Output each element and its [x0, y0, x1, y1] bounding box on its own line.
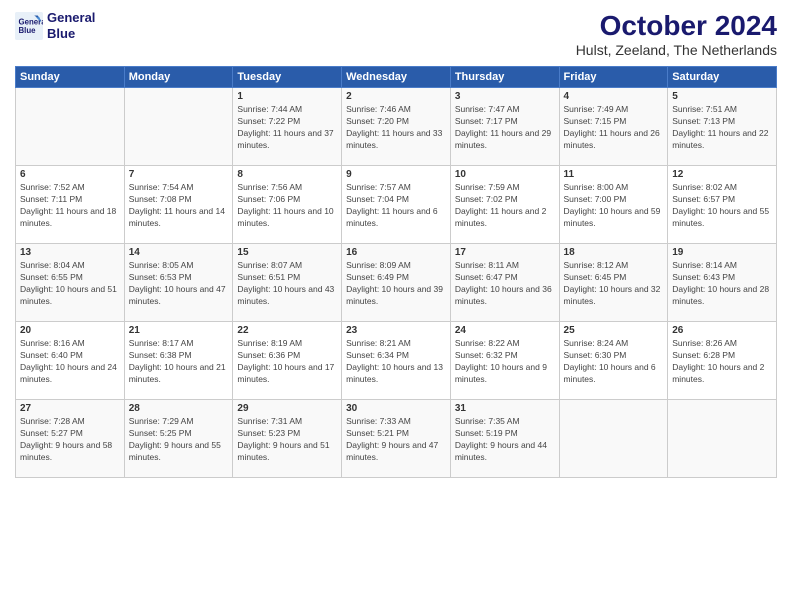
calendar-cell: 1Sunrise: 7:44 AMSunset: 7:22 PMDaylight…	[233, 88, 342, 166]
calendar-week-4: 20Sunrise: 8:16 AMSunset: 6:40 PMDayligh…	[16, 322, 777, 400]
calendar-cell: 29Sunrise: 7:31 AMSunset: 5:23 PMDayligh…	[233, 400, 342, 478]
logo-icon: General Blue	[15, 12, 43, 40]
logo-line1: General	[47, 10, 95, 26]
svg-text:Blue: Blue	[19, 26, 37, 35]
calendar-cell: 3Sunrise: 7:47 AMSunset: 7:17 PMDaylight…	[450, 88, 559, 166]
calendar-cell: 25Sunrise: 8:24 AMSunset: 6:30 PMDayligh…	[559, 322, 668, 400]
calendar-cell	[668, 400, 777, 478]
calendar-week-1: 1Sunrise: 7:44 AMSunset: 7:22 PMDaylight…	[16, 88, 777, 166]
calendar-cell: 18Sunrise: 8:12 AMSunset: 6:45 PMDayligh…	[559, 244, 668, 322]
calendar-page: General Blue General Blue October 2024 H…	[0, 0, 792, 612]
col-thursday: Thursday	[450, 67, 559, 88]
calendar-cell: 11Sunrise: 8:00 AMSunset: 7:00 PMDayligh…	[559, 166, 668, 244]
calendar-cell: 7Sunrise: 7:54 AMSunset: 7:08 PMDaylight…	[124, 166, 233, 244]
calendar-cell: 5Sunrise: 7:51 AMSunset: 7:13 PMDaylight…	[668, 88, 777, 166]
month-title: October 2024	[576, 10, 777, 42]
calendar-week-5: 27Sunrise: 7:28 AMSunset: 5:27 PMDayligh…	[16, 400, 777, 478]
location: Hulst, Zeeland, The Netherlands	[576, 42, 777, 58]
col-sunday: Sunday	[16, 67, 125, 88]
calendar-week-3: 13Sunrise: 8:04 AMSunset: 6:55 PMDayligh…	[16, 244, 777, 322]
col-monday: Monday	[124, 67, 233, 88]
title-block: October 2024 Hulst, Zeeland, The Netherl…	[576, 10, 777, 58]
calendar-cell: 4Sunrise: 7:49 AMSunset: 7:15 PMDaylight…	[559, 88, 668, 166]
calendar-cell: 22Sunrise: 8:19 AMSunset: 6:36 PMDayligh…	[233, 322, 342, 400]
calendar-cell: 24Sunrise: 8:22 AMSunset: 6:32 PMDayligh…	[450, 322, 559, 400]
calendar-cell: 8Sunrise: 7:56 AMSunset: 7:06 PMDaylight…	[233, 166, 342, 244]
calendar-cell: 15Sunrise: 8:07 AMSunset: 6:51 PMDayligh…	[233, 244, 342, 322]
calendar-cell: 26Sunrise: 8:26 AMSunset: 6:28 PMDayligh…	[668, 322, 777, 400]
calendar-cell: 10Sunrise: 7:59 AMSunset: 7:02 PMDayligh…	[450, 166, 559, 244]
col-wednesday: Wednesday	[342, 67, 451, 88]
calendar-cell: 13Sunrise: 8:04 AMSunset: 6:55 PMDayligh…	[16, 244, 125, 322]
calendar-cell: 17Sunrise: 8:11 AMSunset: 6:47 PMDayligh…	[450, 244, 559, 322]
calendar-cell: 31Sunrise: 7:35 AMSunset: 5:19 PMDayligh…	[450, 400, 559, 478]
logo: General Blue General Blue	[15, 10, 95, 41]
logo-line2: Blue	[47, 26, 95, 42]
calendar-cell: 30Sunrise: 7:33 AMSunset: 5:21 PMDayligh…	[342, 400, 451, 478]
calendar-cell: 19Sunrise: 8:14 AMSunset: 6:43 PMDayligh…	[668, 244, 777, 322]
calendar-cell: 20Sunrise: 8:16 AMSunset: 6:40 PMDayligh…	[16, 322, 125, 400]
calendar-week-2: 6Sunrise: 7:52 AMSunset: 7:11 PMDaylight…	[16, 166, 777, 244]
col-friday: Friday	[559, 67, 668, 88]
calendar-cell: 2Sunrise: 7:46 AMSunset: 7:20 PMDaylight…	[342, 88, 451, 166]
calendar-cell: 27Sunrise: 7:28 AMSunset: 5:27 PMDayligh…	[16, 400, 125, 478]
calendar-cell: 21Sunrise: 8:17 AMSunset: 6:38 PMDayligh…	[124, 322, 233, 400]
calendar-cell: 6Sunrise: 7:52 AMSunset: 7:11 PMDaylight…	[16, 166, 125, 244]
col-tuesday: Tuesday	[233, 67, 342, 88]
calendar-cell: 23Sunrise: 8:21 AMSunset: 6:34 PMDayligh…	[342, 322, 451, 400]
calendar-table: Sunday Monday Tuesday Wednesday Thursday…	[15, 66, 777, 478]
calendar-cell	[124, 88, 233, 166]
calendar-cell	[16, 88, 125, 166]
calendar-cell: 28Sunrise: 7:29 AMSunset: 5:25 PMDayligh…	[124, 400, 233, 478]
header-row: Sunday Monday Tuesday Wednesday Thursday…	[16, 67, 777, 88]
calendar-cell	[559, 400, 668, 478]
calendar-cell: 12Sunrise: 8:02 AMSunset: 6:57 PMDayligh…	[668, 166, 777, 244]
calendar-cell: 16Sunrise: 8:09 AMSunset: 6:49 PMDayligh…	[342, 244, 451, 322]
header: General Blue General Blue October 2024 H…	[15, 10, 777, 58]
calendar-cell: 14Sunrise: 8:05 AMSunset: 6:53 PMDayligh…	[124, 244, 233, 322]
col-saturday: Saturday	[668, 67, 777, 88]
calendar-cell: 9Sunrise: 7:57 AMSunset: 7:04 PMDaylight…	[342, 166, 451, 244]
